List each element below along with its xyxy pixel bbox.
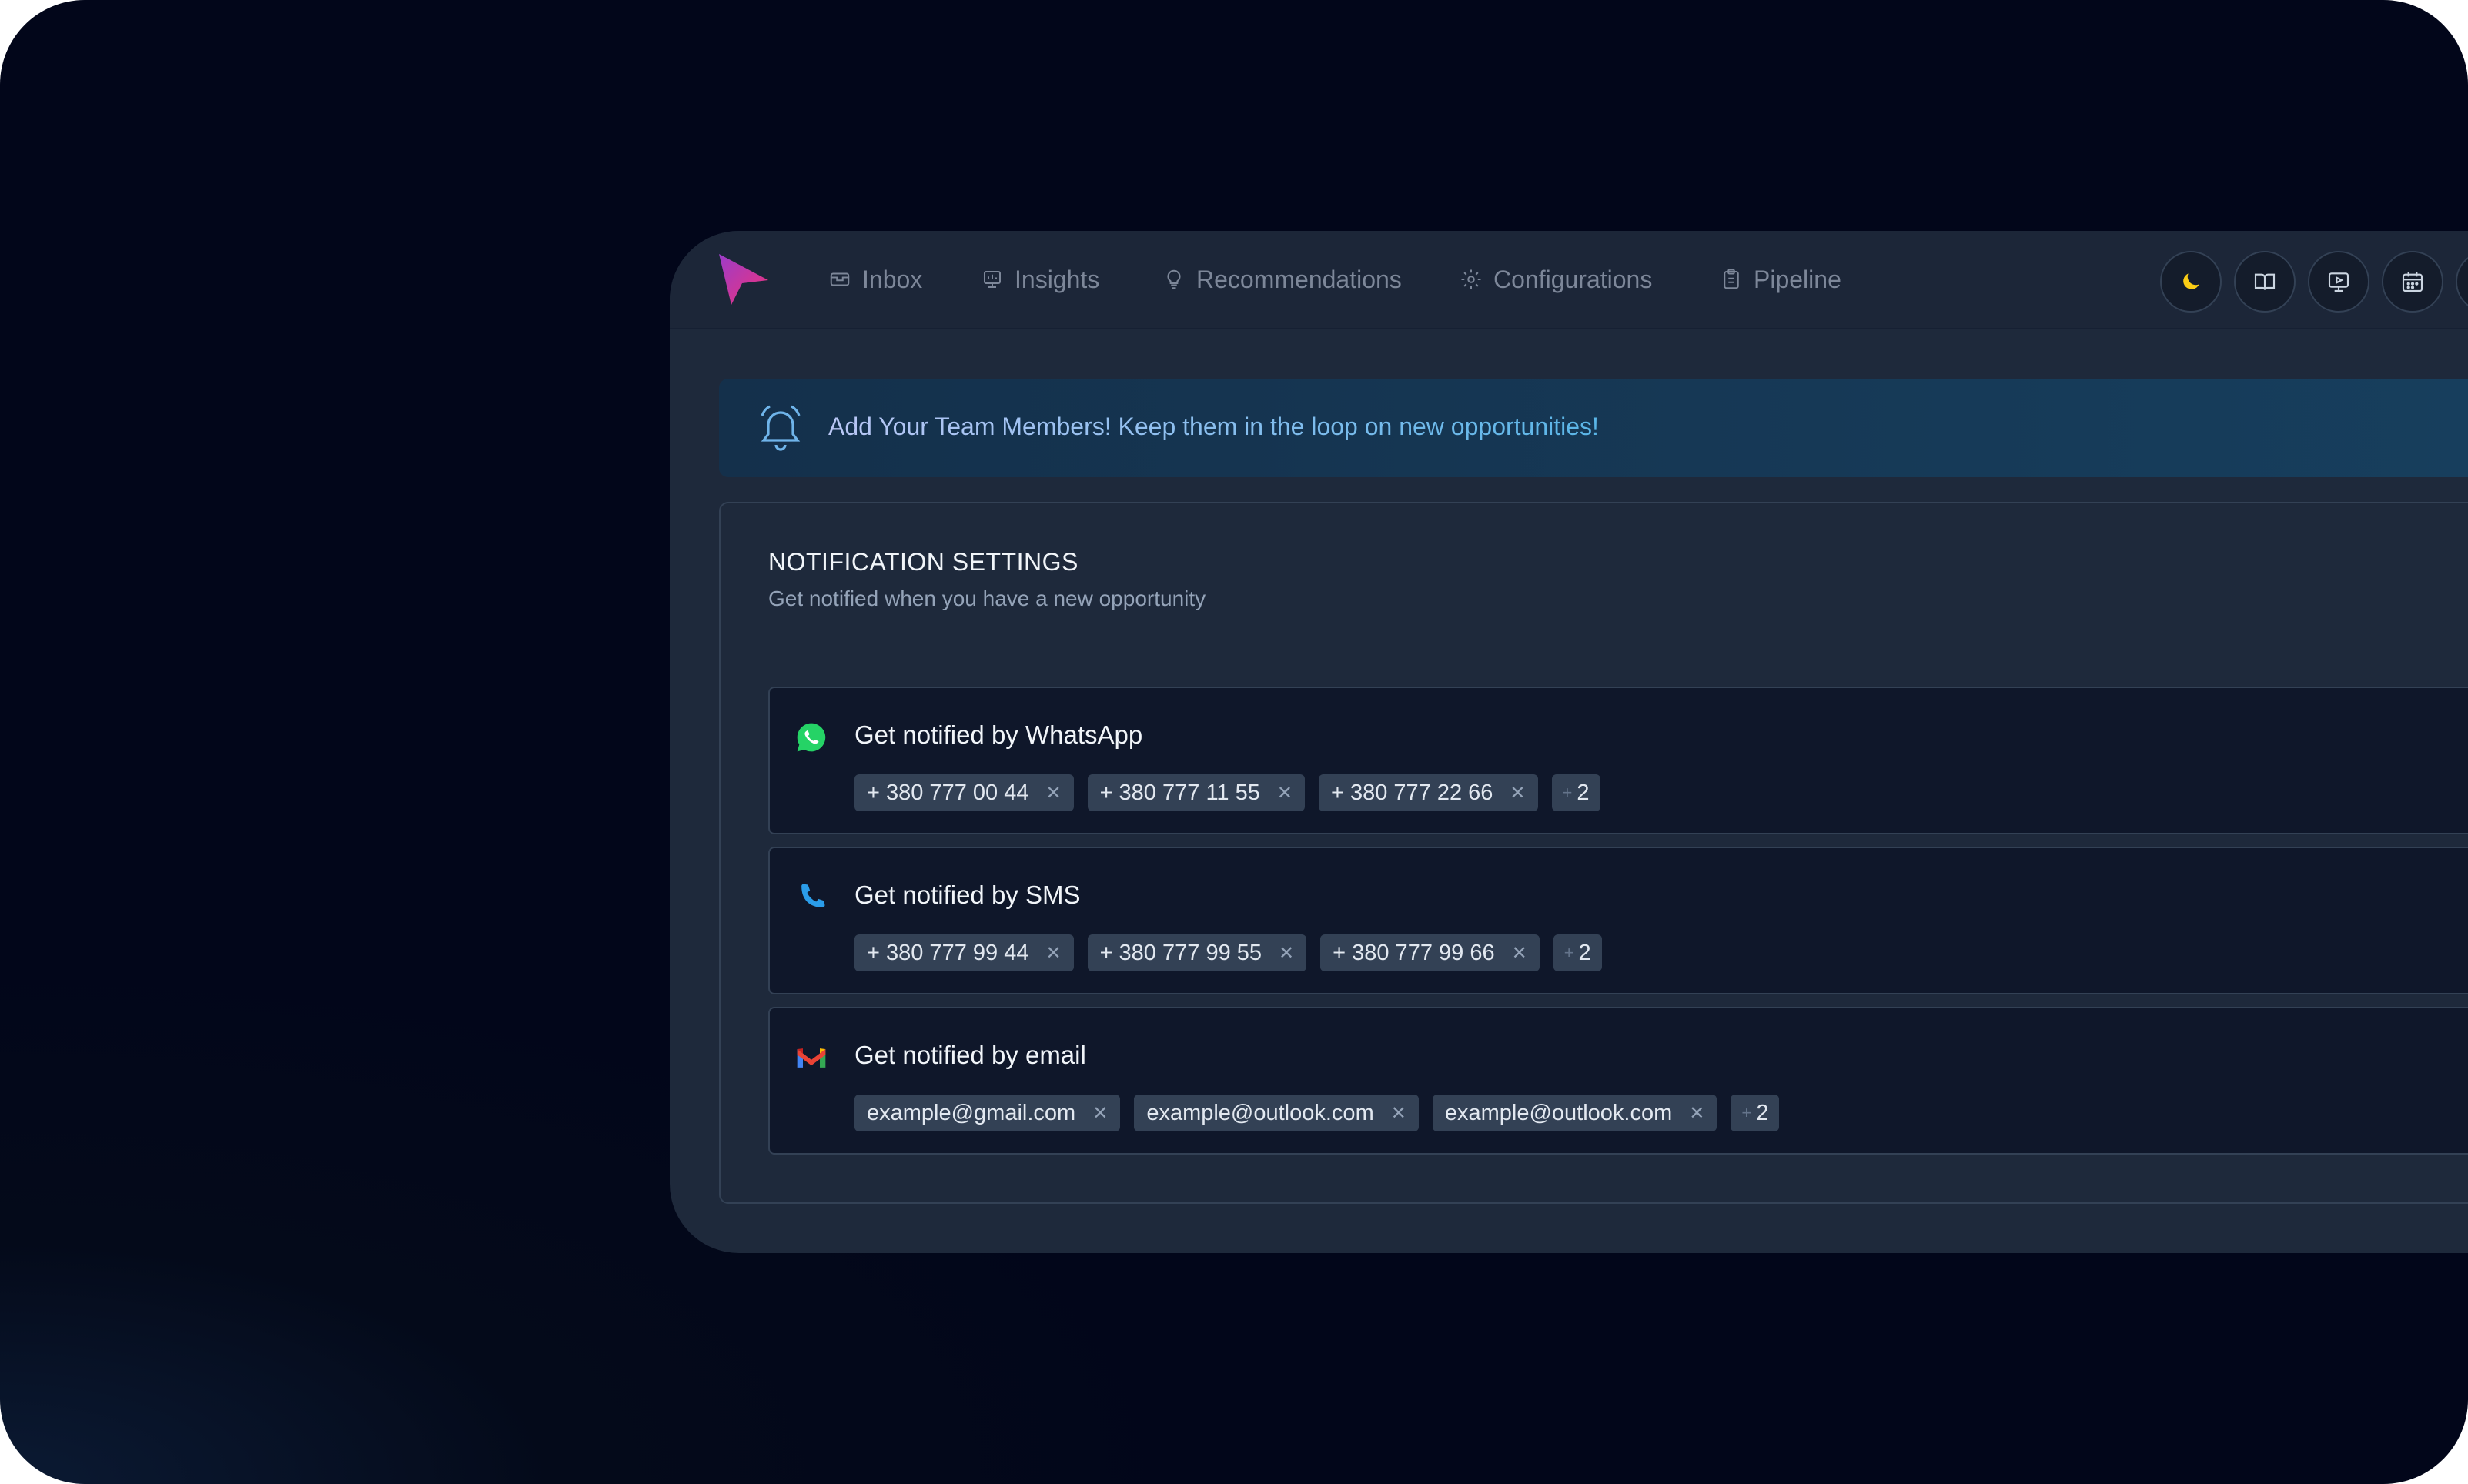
nav-item-label: Insights [1015,265,1100,293]
top-navbar: Inbox Insights Recommendations Configura… [670,231,2468,329]
chip-list: + 380 777 99 44 ✕ + 380 777 99 55 ✕ + 38… [854,934,1602,971]
whatsapp-icon [797,723,826,752]
recipient-chip[interactable]: + 380 777 00 44 ✕ [854,774,1074,811]
remove-chip-icon[interactable]: ✕ [1391,1102,1406,1125]
plus-icon: + [1741,1103,1752,1122]
remove-chip-icon[interactable]: ✕ [1512,942,1527,964]
app-logo-icon[interactable] [716,252,771,308]
banner-text: Add Your Team Members! Keep them in the … [828,413,1599,440]
gmail-icon [797,1048,826,1068]
remove-chip-icon[interactable]: ✕ [1092,1102,1108,1125]
chip-value: + 380 777 22 66 [1330,780,1493,805]
chip-value: + 380 777 11 55 [1099,780,1260,805]
more-count: 2 [1578,940,1591,965]
video-icon [2328,272,2349,292]
more-button[interactable] [2456,251,2468,313]
remove-chip-icon[interactable]: ✕ [1277,782,1293,804]
video-button[interactable] [2308,251,2369,313]
chip-value: + 380 777 00 44 [867,780,1029,805]
more-recipients-chip[interactable]: + 2 [1553,934,1602,971]
lightbulb-icon [1167,269,1181,289]
nav-item-recommendations[interactable]: Recommendations [1162,260,1402,299]
chip-value: example@outlook.com [1444,1100,1673,1125]
inbox-icon [830,272,850,286]
recipient-chip[interactable]: + 380 777 99 66 ✕ [1320,934,1540,971]
notification-settings-card: NOTIFICATION SETTINGS Get notified when … [719,502,2468,1204]
more-recipients-chip[interactable]: + 2 [1551,774,1600,811]
remove-chip-icon[interactable]: ✕ [1279,942,1294,964]
remove-chip-icon[interactable]: ✕ [1689,1102,1704,1125]
recipient-chip[interactable]: example@outlook.com ✕ [1432,1095,1717,1131]
bell-icon [761,405,801,451]
recipient-chip[interactable]: example@gmail.com ✕ [854,1095,1121,1131]
channel-label: Get notified by SMS [854,881,1081,909]
recipient-chip[interactable]: + 380 777 99 55 ✕ [1087,934,1307,971]
recipient-chip[interactable]: + 380 777 22 66 ✕ [1318,774,1538,811]
clipboard-icon [1724,269,1739,289]
chip-value: example@gmail.com [867,1100,1076,1125]
chip-list: + 380 777 00 44 ✕ + 380 777 11 55 ✕ + 38… [854,774,1600,811]
phone-icon [801,884,825,907]
chip-value: + 380 777 99 55 [1099,940,1262,965]
channel-whatsapp[interactable]: Get notified by WhatsApp + 380 777 00 44… [768,687,2468,834]
chip-value: + 380 777 99 66 [1333,940,1495,965]
recipient-chip[interactable]: + 380 777 99 44 ✕ [854,934,1074,971]
channel-email[interactable]: Get notified by email example@gmail.com … [768,1007,2468,1155]
channel-sms[interactable]: Get notified by SMS + 380 777 99 44 ✕ + … [768,847,2468,994]
moon-icon [2183,273,2199,289]
channel-label: Get notified by email [854,1041,1086,1069]
theme-toggle-button[interactable] [2160,251,2222,313]
chip-list: example@gmail.com ✕ example@outlook.com … [854,1095,1780,1131]
plus-icon: + [1562,783,1573,802]
settings-title: NOTIFICATION SETTINGS [768,548,1078,576]
channel-label: Get notified by WhatsApp [854,720,1143,749]
settings-subtitle: Get notified when you have a new opportu… [768,587,1206,610]
background-frame: Inbox Insights Recommendations Configura… [0,0,2468,1484]
nav-item-inbox[interactable]: Inbox [828,260,922,299]
nav-item-label: Inbox [862,265,923,293]
more-recipients-chip[interactable]: + 2 [1731,1095,1780,1131]
nav-item-label: Pipeline [1754,265,1841,293]
nav-item-label: Recommendations [1196,265,1402,293]
recipient-chip[interactable]: example@outlook.com ✕ [1134,1095,1419,1131]
more-count: 2 [1756,1100,1769,1125]
calendar-icon [2402,272,2423,292]
recipient-chip[interactable]: + 380 777 11 55 ✕ [1087,774,1305,811]
remove-chip-icon[interactable]: ✕ [1510,782,1525,804]
nav-item-pipeline[interactable]: Pipeline [1720,260,1841,299]
chip-value: + 380 777 99 44 [867,940,1029,965]
more-count: 2 [1577,780,1590,805]
remove-chip-icon[interactable]: ✕ [1045,782,1061,804]
gear-icon [1461,269,1481,289]
insights-icon [984,271,1001,288]
chip-value: example@outlook.com [1146,1100,1374,1125]
plus-icon: + [1563,943,1574,962]
team-members-banner[interactable]: Add Your Team Members! Keep them in the … [719,379,2468,477]
book-icon [2254,273,2276,290]
docs-button[interactable] [2234,251,2296,313]
remove-chip-icon[interactable]: ✕ [1045,942,1061,964]
nav-item-insights[interactable]: Insights [981,260,1099,299]
calendar-button[interactable] [2382,251,2443,313]
app-window: Inbox Insights Recommendations Configura… [670,231,2468,1253]
nav-item-configurations[interactable]: Configurations [1460,260,1652,299]
nav-item-label: Configurations [1493,265,1653,293]
